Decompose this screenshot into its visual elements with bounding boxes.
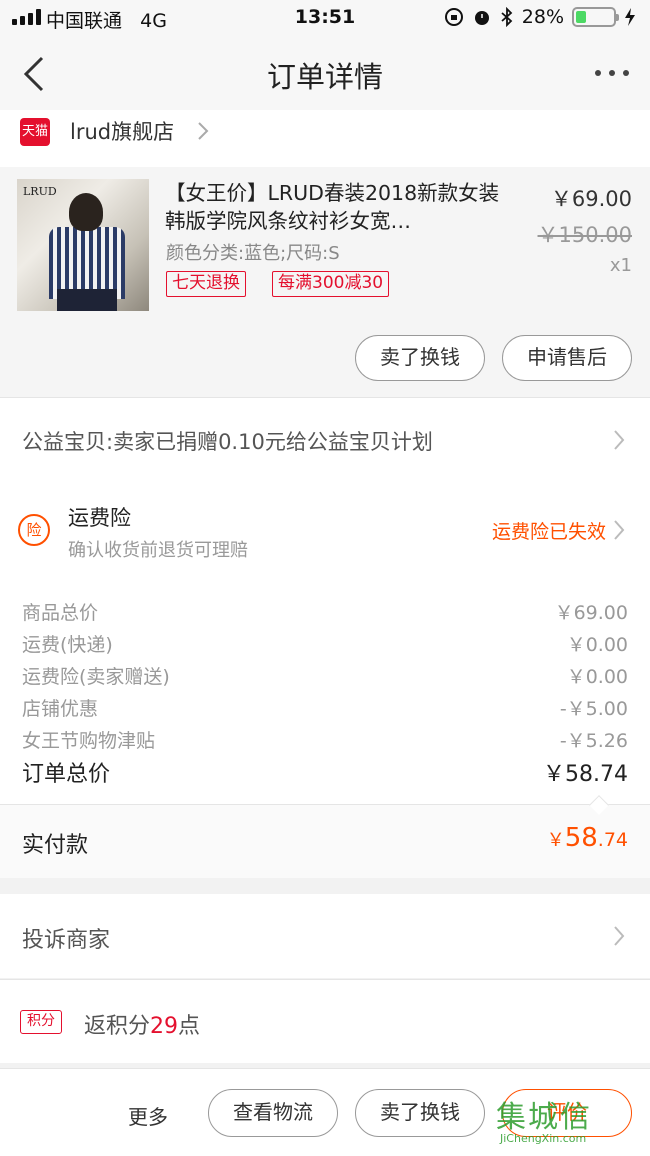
product-image-brand: LRUD <box>23 185 57 198</box>
status-icons: 28% <box>444 6 636 28</box>
after-sales-button[interactable]: 申请售后 <box>502 335 632 381</box>
nav-bar: 订单详情 <box>0 36 650 110</box>
price-row: 商品总价 ￥69.00 <box>22 602 628 624</box>
insurance-icon: 险 <box>18 514 50 546</box>
order-total-row: 订单总价 ￥58.74 <box>22 762 628 787</box>
review-button[interactable]: 评价 <box>502 1089 632 1137</box>
charity-row[interactable]: 公益宝贝:卖家已捐赠0.10元给公益宝贝计划 <box>0 397 650 480</box>
more-button[interactable]: 更多 <box>128 1101 168 1130</box>
complain-seller-label: 投诉商家 <box>22 928 111 953</box>
product-sku: 颜色分类:蓝色;尺码:S <box>166 243 340 264</box>
product-price: ￥69.00 <box>550 187 632 211</box>
bottom-action-bar: 更多 查看物流 卖了换钱 评价 <box>0 1068 650 1156</box>
chevron-right-icon <box>614 430 625 450</box>
alarm-icon <box>474 11 489 25</box>
price-row: 运费(快递) ￥0.00 <box>22 634 628 656</box>
orientation-lock-icon <box>444 8 463 26</box>
product-image[interactable]: LRUD <box>17 179 149 311</box>
actual-payment-row: 实付款 ￥58.74 <box>0 804 650 878</box>
sell-button[interactable]: 卖了换钱 <box>355 335 485 381</box>
charging-icon <box>625 8 635 26</box>
battery-icon <box>572 7 619 27</box>
tag-seven-day-return: 七天退换 <box>166 271 246 297</box>
points-text: 返积分29点 <box>84 1014 201 1039</box>
view-logistics-button[interactable]: 查看物流 <box>208 1089 338 1137</box>
tag-discount: 每满300减30 <box>272 271 390 297</box>
actual-payment-label: 实付款 <box>22 833 89 858</box>
price-row: 店铺优惠 -￥5.00 <box>22 698 628 720</box>
sell-button-bottom[interactable]: 卖了换钱 <box>355 1089 485 1137</box>
battery-percent: 28% <box>521 6 564 28</box>
bluetooth-icon <box>501 7 513 27</box>
product-original-price: ￥150.00 <box>537 223 632 247</box>
status-bar: 中国联通 4G 13:51 28% <box>0 0 650 36</box>
product-title[interactable]: 【女王价】LRUD春装2018新款女装韩版学院风条纹衬衫女宽… <box>165 179 510 235</box>
shop-header[interactable]: 天猫 lrud旗舰店 <box>0 110 650 167</box>
chevron-right-icon <box>614 520 625 540</box>
actual-payment-amount: ￥58.74 <box>546 823 628 853</box>
complain-seller-row[interactable]: 投诉商家 <box>0 894 650 978</box>
price-row: 女王节购物津贴 -￥5.26 <box>22 730 628 752</box>
charity-text: 公益宝贝:卖家已捐赠0.10元给公益宝贝计划 <box>22 430 433 454</box>
points-icon: 积分 <box>20 1010 62 1034</box>
product-quantity: x1 <box>609 255 632 276</box>
page-title: 订单详情 <box>266 60 383 94</box>
tmall-logo: 天猫 <box>20 118 50 146</box>
price-row: 运费险(卖家赠送) ￥0.00 <box>22 666 628 688</box>
price-breakdown: 商品总价 ￥69.00 运费(快递) ￥0.00 运费险(卖家赠送) ￥0.00 店铺… <box>0 584 650 815</box>
insurance-subtitle: 确认收货前退货可理赔 <box>68 540 248 561</box>
product-card: LRUD 【女王价】LRUD春装2018新款女装韩版学院风条纹衬衫女宽… 颜色分… <box>0 167 650 397</box>
shop-name[interactable]: lrud旗舰店 <box>70 116 174 146</box>
chevron-right-icon <box>614 926 625 946</box>
points-row: 积分 返积分29点 <box>0 979 650 1063</box>
insurance-title: 运费险 <box>68 506 131 530</box>
insurance-status: 运费险已失效 <box>491 521 606 543</box>
more-dots-icon[interactable] <box>592 58 632 88</box>
battery-level <box>576 11 587 23</box>
chevron-right-icon <box>198 122 209 140</box>
freight-insurance-row[interactable]: 险 运费险 确认收货前退货可理赔 运费险已失效 <box>0 480 650 584</box>
